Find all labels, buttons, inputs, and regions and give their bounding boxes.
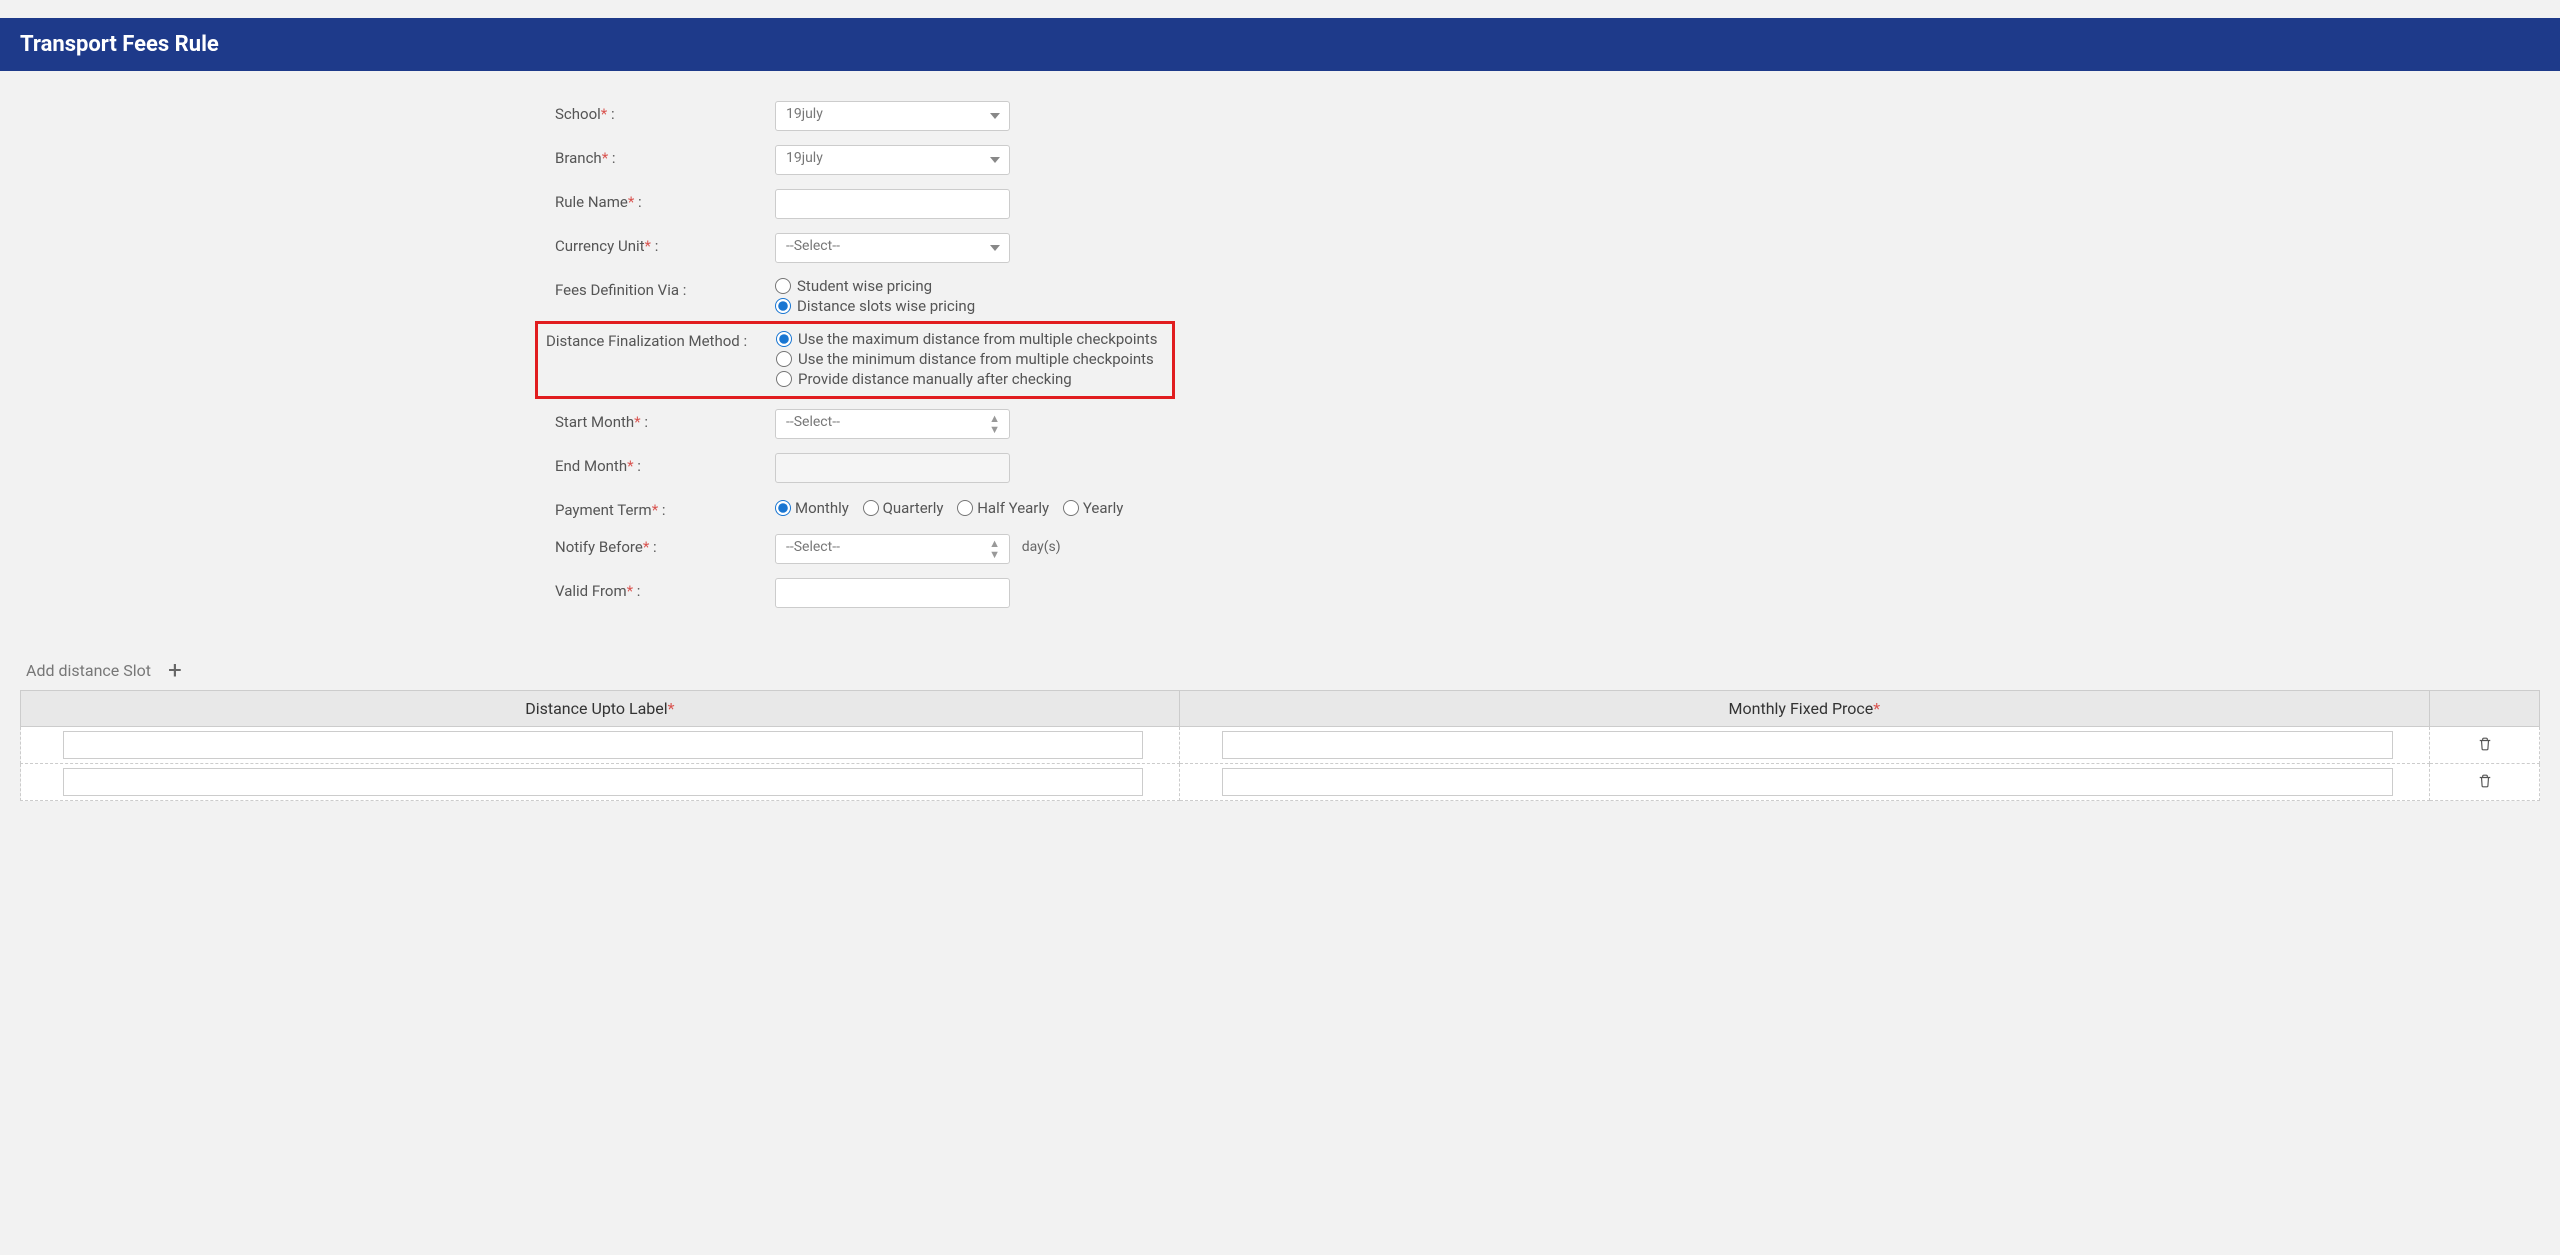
payment-term-label: Payment Term* : (0, 497, 775, 519)
trash-icon (2478, 774, 2492, 788)
payment-term-monthly-radio[interactable] (775, 500, 791, 516)
start-month-label: Start Month* : (0, 409, 775, 431)
valid-from-input[interactable] (775, 578, 1010, 608)
distance-slot-table: Distance Upto Label* Monthly Fixed Proce… (20, 690, 2540, 801)
dist-method-max-label: Use the maximum distance from multiple c… (798, 330, 1157, 348)
col-distance-header: Distance Upto Label* (21, 691, 1180, 727)
fees-def-student-radio[interactable] (775, 278, 791, 294)
delete-row-button[interactable] (2478, 736, 2492, 755)
valid-from-label: Valid From* : (0, 578, 775, 600)
school-select[interactable]: 19july (775, 101, 1010, 131)
distance-input[interactable] (63, 768, 1143, 796)
dist-method-min-radio[interactable] (776, 351, 792, 367)
distance-method-label: Distance Finalization Method : (546, 330, 776, 350)
col-action-header (2430, 691, 2540, 727)
rule-name-input[interactable] (775, 189, 1010, 219)
payment-term-yearly-label: Yearly (1083, 499, 1123, 517)
branch-select[interactable]: 19july (775, 145, 1010, 175)
start-month-select[interactable]: --Select-- (775, 409, 1010, 439)
end-month-input[interactable] (775, 453, 1010, 483)
rule-name-label: Rule Name* : (0, 189, 775, 211)
price-input[interactable] (1222, 731, 2393, 759)
payment-term-half-label: Half Yearly (977, 499, 1049, 517)
trash-icon (2478, 737, 2492, 751)
add-distance-slot-label: Add distance Slot (26, 661, 151, 680)
dist-method-manual-radio[interactable] (776, 371, 792, 387)
currency-unit-label: Currency Unit* : (0, 233, 775, 255)
payment-term-quarterly-label: Quarterly (883, 499, 944, 517)
branch-label: Branch* : (0, 145, 775, 167)
fees-def-distance-radio[interactable] (775, 298, 791, 314)
delete-row-button[interactable] (2478, 773, 2492, 792)
page-title: Transport Fees Rule (0, 18, 2560, 71)
payment-term-monthly-label: Monthly (795, 499, 849, 517)
distance-method-highlight: Distance Finalization Method : Use the m… (535, 321, 1175, 399)
fees-def-distance-label: Distance slots wise pricing (797, 297, 975, 315)
notify-before-select[interactable]: --Select-- (775, 534, 1010, 564)
table-row (21, 727, 2540, 764)
fees-definition-label: Fees Definition Via : (0, 277, 775, 299)
distance-input[interactable] (63, 731, 1143, 759)
payment-term-yearly-radio[interactable] (1063, 500, 1079, 516)
payment-term-quarterly-radio[interactable] (863, 500, 879, 516)
school-label: School* : (0, 101, 775, 123)
add-distance-slot-button[interactable]: + (161, 656, 189, 684)
table-row (21, 764, 2540, 801)
end-month-label: End Month* : (0, 453, 775, 475)
dist-method-manual-label: Provide distance manually after checking (798, 370, 1072, 388)
payment-term-half-radio[interactable] (957, 500, 973, 516)
dist-method-max-radio[interactable] (776, 331, 792, 347)
price-input[interactable] (1222, 768, 2393, 796)
fees-def-student-label: Student wise pricing (797, 277, 932, 295)
notify-before-unit: day(s) (1022, 539, 1061, 555)
notify-before-label: Notify Before* : (0, 534, 775, 556)
dist-method-min-label: Use the minimum distance from multiple c… (798, 350, 1154, 368)
form-container: School* : 19july Branch* : 19july Rule N… (0, 71, 2560, 642)
col-price-header: Monthly Fixed Proce* (1179, 691, 2429, 727)
currency-unit-select[interactable]: --Select-- (775, 233, 1010, 263)
